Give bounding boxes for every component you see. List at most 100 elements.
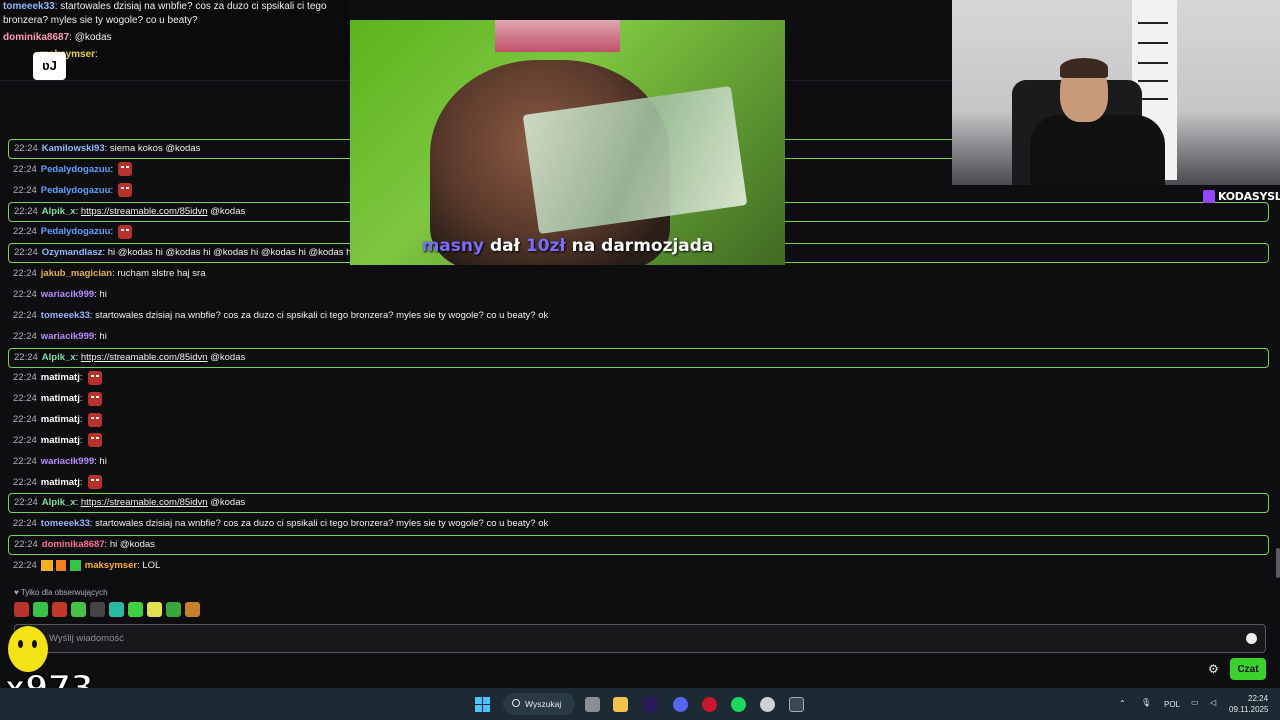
windows-start-icon[interactable] bbox=[475, 697, 490, 712]
logitech-icon[interactable] bbox=[760, 697, 775, 712]
user-badges bbox=[40, 559, 81, 571]
message-timestamp: 22:24 bbox=[13, 476, 37, 488]
message-username[interactable]: tomeeek33 bbox=[41, 518, 90, 529]
message-timestamp: 22:24 bbox=[14, 539, 38, 551]
message-username[interactable]: dominika8687 bbox=[42, 539, 105, 550]
message-username[interactable]: matimatj bbox=[41, 477, 80, 488]
message-text: : rucham slstre haj sra bbox=[112, 268, 206, 280]
message-username[interactable]: jakub_magician bbox=[41, 268, 112, 279]
message-text: : bbox=[110, 226, 114, 238]
spotify-icon[interactable] bbox=[731, 697, 746, 712]
task-view-icon[interactable] bbox=[585, 697, 600, 712]
message-username[interactable]: matimatj bbox=[41, 435, 80, 446]
message-text: : startowales dzisiaj na wnbfie? cos za … bbox=[89, 309, 549, 321]
message-username[interactable]: Pedalydogazuu bbox=[41, 185, 111, 196]
message-timestamp: 22:24 bbox=[14, 497, 38, 509]
emoji-picker-icon[interactable] bbox=[1246, 633, 1257, 644]
overlay-text: bronzera? myles sie ty wogole? co u beat… bbox=[3, 15, 198, 26]
message-username[interactable]: Pedalydogazuu bbox=[41, 164, 111, 175]
message-username[interactable]: Kamilowski93 bbox=[42, 143, 105, 154]
chat-message: 22:24 matimatj: bbox=[8, 410, 1269, 430]
chat-send-button[interactable]: Czat bbox=[1230, 658, 1266, 680]
message-username[interactable]: Pedalydogazuu bbox=[41, 226, 111, 237]
emote-icon[interactable] bbox=[33, 602, 48, 617]
message-username[interactable]: matimatj bbox=[41, 414, 80, 425]
gear-icon[interactable]: ⚙ bbox=[1208, 663, 1220, 675]
emote-icon[interactable] bbox=[14, 602, 29, 617]
premiere-icon[interactable] bbox=[643, 697, 658, 712]
message-timestamp: 22:24 bbox=[13, 434, 37, 446]
emote-icon[interactable] bbox=[147, 602, 162, 617]
chat-message: 22:24 matimatj: bbox=[8, 389, 1269, 409]
language-indicator[interactable]: POL bbox=[1164, 700, 1180, 709]
chat-scrollbar[interactable] bbox=[1276, 548, 1280, 578]
message-text: : bbox=[79, 476, 83, 488]
search-icon bbox=[512, 699, 520, 707]
taskbar-search[interactable]: Wyszukaj bbox=[503, 693, 575, 715]
overlay-text: : startowales dzisiaj na wnbfie? cos za … bbox=[54, 1, 327, 12]
message-username[interactable]: matimatj bbox=[41, 372, 80, 383]
chevron-up-icon[interactable]: ⌃ bbox=[1119, 699, 1126, 708]
message-timestamp: 22:24 bbox=[13, 560, 37, 571]
emote-icon[interactable] bbox=[90, 602, 105, 617]
message-link[interactable]: https://streamable.com/85idvn bbox=[81, 206, 208, 217]
message-link[interactable]: https://streamable.com/85idvn bbox=[81, 352, 208, 363]
message-text: : hi bbox=[94, 330, 107, 342]
chat-message: 22:24 Alpik_x: https://streamable.com/85i… bbox=[8, 493, 1269, 514]
overlay-line: tomeeek33: startowales dzisiaj na wnbfie… bbox=[3, 0, 327, 14]
clock-date[interactable]: 09.11.2025 bbox=[1229, 705, 1268, 714]
message-timestamp: 22:24 bbox=[13, 330, 37, 342]
emote-icon[interactable] bbox=[71, 602, 86, 617]
message-timestamp: 22:24 bbox=[13, 163, 37, 175]
message-username[interactable]: wariacik999 bbox=[41, 331, 94, 342]
network-icon[interactable]: ▭ bbox=[1191, 698, 1199, 707]
message-username[interactable]: maksymser bbox=[85, 560, 137, 571]
overlay-logo: ʋJ bbox=[33, 52, 66, 80]
webcam bbox=[952, 0, 1280, 185]
message-username[interactable]: matimatj bbox=[41, 393, 80, 404]
message-timestamp: 22:24 bbox=[13, 288, 37, 300]
message-text: : hi @kodas bbox=[104, 539, 155, 551]
chat-message: 22:24 maksymser: LOL bbox=[8, 556, 1269, 576]
angry-emote-icon bbox=[87, 433, 102, 448]
microphone-icon[interactable]: 🎙 bbox=[1141, 698, 1151, 707]
message-username[interactable]: tomeeek33 bbox=[41, 310, 90, 321]
message-username[interactable]: Alpik_x bbox=[42, 352, 76, 363]
message-username[interactable]: Alpik_x bbox=[42, 206, 76, 217]
message-text: : bbox=[110, 184, 114, 196]
message-timestamp: 22:24 bbox=[13, 414, 37, 426]
overlay-username: dominika8687 bbox=[3, 32, 70, 43]
opera-icon[interactable] bbox=[702, 697, 717, 712]
emote-icon[interactable] bbox=[109, 602, 124, 617]
discord-icon[interactable] bbox=[673, 697, 688, 712]
chat-message: 22:24 wariacik999: hi bbox=[8, 452, 1269, 472]
taskbar-search-label: Wyszukaj bbox=[525, 699, 562, 709]
message-username[interactable]: wariacik999 bbox=[41, 289, 94, 300]
emote-icon[interactable] bbox=[166, 602, 181, 617]
message-timestamp: 22:24 bbox=[13, 184, 37, 196]
emote-icon[interactable] bbox=[128, 602, 143, 617]
message-timestamp: 22:24 bbox=[13, 393, 37, 405]
chat-message: 22:24 matimatj: bbox=[8, 473, 1269, 493]
emote-icon[interactable] bbox=[52, 602, 67, 617]
file-explorer-icon[interactable] bbox=[613, 697, 628, 712]
clock-time[interactable]: 22:24 bbox=[1248, 694, 1268, 703]
webcam-torso bbox=[1030, 115, 1165, 185]
message-username[interactable]: Ozymandlasz bbox=[42, 247, 103, 258]
message-username[interactable]: Alpik_x bbox=[42, 497, 76, 508]
donation-name: masny bbox=[421, 236, 485, 256]
angry-emote-icon bbox=[118, 224, 133, 239]
angry-emote-icon bbox=[118, 162, 133, 177]
follower-only-label: Tylko dla obserwujących bbox=[20, 588, 108, 597]
message-timestamp: 22:24 bbox=[14, 143, 38, 154]
message-timestamp: 22:24 bbox=[13, 372, 37, 384]
follower-only-note: ♥ Tylko dla obserwujących bbox=[14, 588, 108, 597]
message-text: : bbox=[79, 393, 83, 405]
overlay-text: : bbox=[95, 49, 98, 60]
message-link[interactable]: https://streamable.com/85idvn bbox=[81, 497, 208, 508]
volume-icon[interactable]: ◁ bbox=[1210, 698, 1216, 707]
chat-input[interactable]: Wyślij wiadomość bbox=[14, 624, 1266, 653]
emote-icon[interactable] bbox=[185, 602, 200, 617]
message-username[interactable]: wariacik999 bbox=[41, 456, 94, 467]
recording-app-icon[interactable] bbox=[789, 697, 804, 712]
